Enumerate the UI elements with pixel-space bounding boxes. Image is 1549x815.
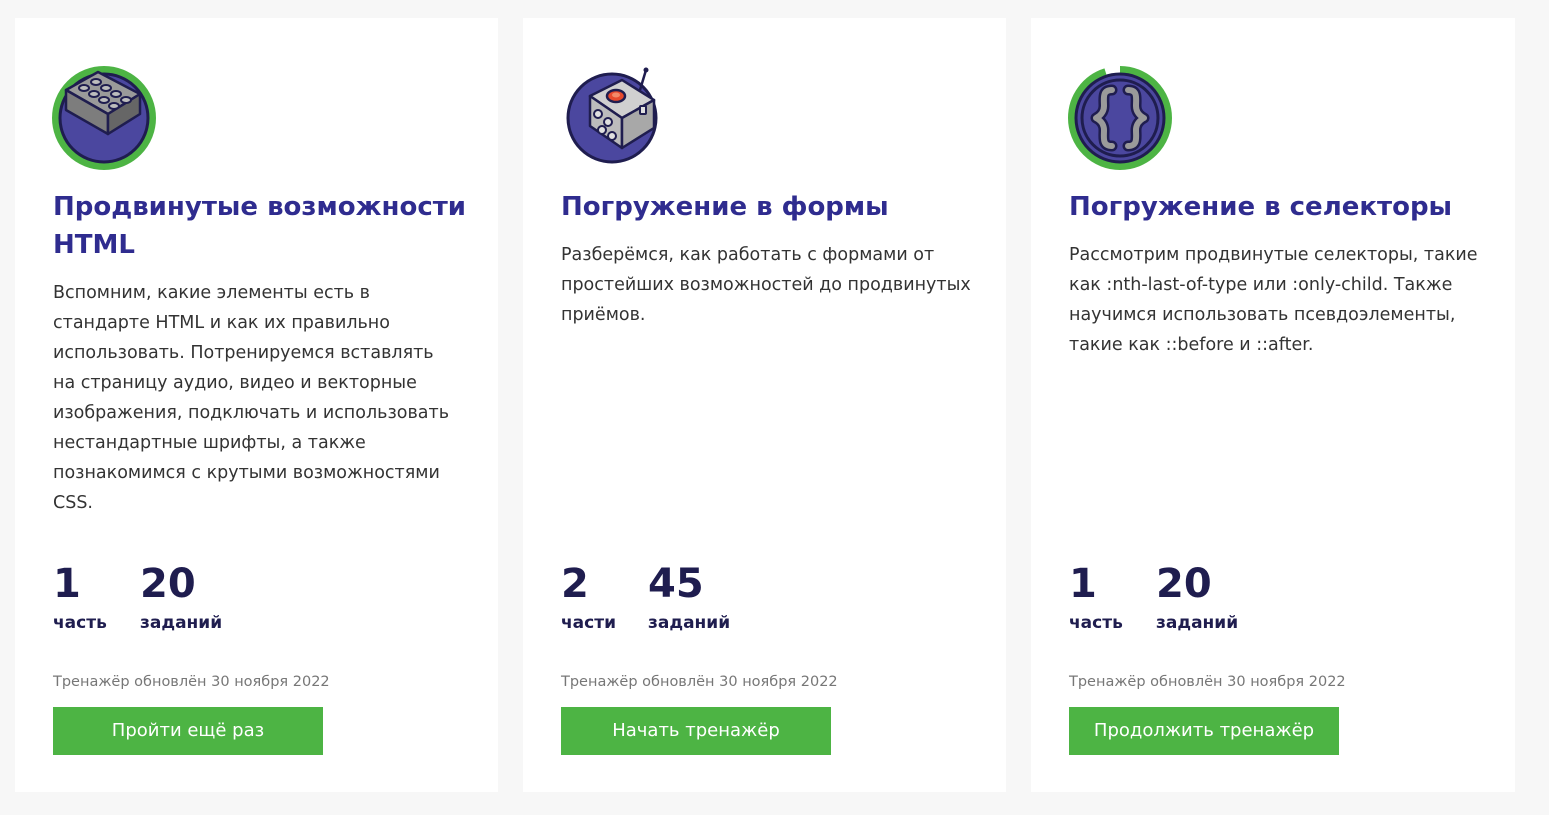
parts-label: часть <box>53 613 107 633</box>
updated-date: Тренажёр обновлён 30 ноября 2022 <box>561 674 838 690</box>
retake-button[interactable]: Пройти ещё раз <box>53 707 323 755</box>
tasks-stat: 45 заданий <box>648 558 730 636</box>
parts-count: 2 <box>561 561 589 607</box>
tasks-label: заданий <box>140 613 223 633</box>
trainer-cards-list: Продвинутые возможности HTML Вспомним, к… <box>0 0 1549 815</box>
updated-date: Тренажёр обновлён 30 ноября 2022 <box>1069 674 1346 690</box>
start-button[interactable]: Начать тренажёр <box>561 707 831 755</box>
curly-braces-icon <box>1068 66 1172 170</box>
card-title: Продвинутые возможности HTML <box>53 192 467 260</box>
parts-label: часть <box>1069 613 1123 633</box>
remote-control-icon <box>560 66 664 170</box>
trainer-card-forms: Погружение в формы Разберёмся, как работ… <box>523 18 1006 792</box>
trainer-card-html: Продвинутые возможности HTML Вспомним, к… <box>15 18 498 792</box>
card-description: Разберёмся, как работать с формами от пр… <box>561 245 971 325</box>
parts-count: 1 <box>1069 561 1097 607</box>
card-description: Вспомним, какие элементы есть в стандарт… <box>53 283 450 513</box>
card-title: Погружение в селекторы <box>1069 192 1453 222</box>
parts-stat: 1 часть <box>53 558 107 636</box>
parts-stat: 1 часть <box>1069 558 1123 636</box>
continue-button[interactable]: Продолжить тренажёр <box>1069 707 1339 755</box>
parts-label: части <box>561 613 616 633</box>
tasks-label: заданий <box>1156 613 1239 633</box>
lego-brick-icon <box>52 66 156 170</box>
tasks-count: 20 <box>1156 561 1212 607</box>
trainer-card-selectors: Погружение в селекторы Рассмотрим продви… <box>1031 18 1515 792</box>
parts-count: 1 <box>53 561 81 607</box>
card-title: Погружение в формы <box>561 192 889 222</box>
parts-stat: 2 части <box>561 558 616 636</box>
tasks-count: 45 <box>648 561 704 607</box>
tasks-stat: 20 заданий <box>140 558 222 636</box>
card-description: Рассмотрим продвинутые селекторы, такие … <box>1069 245 1478 355</box>
tasks-count: 20 <box>140 561 196 607</box>
updated-date: Тренажёр обновлён 30 ноября 2022 <box>53 674 330 690</box>
tasks-label: заданий <box>648 613 731 633</box>
tasks-stat: 20 заданий <box>1156 558 1238 636</box>
